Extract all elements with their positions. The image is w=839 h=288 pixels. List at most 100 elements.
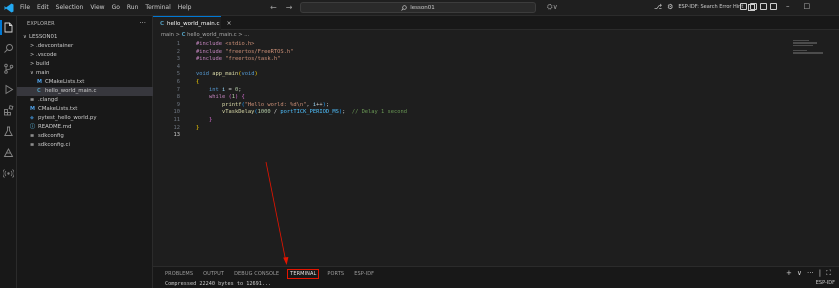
- menu-terminal[interactable]: Terminal: [145, 4, 170, 11]
- code-text: void app_main(void): [196, 71, 258, 78]
- tree-item[interactable]: ∨ main: [17, 69, 153, 78]
- close-icon[interactable]: ×: [227, 20, 232, 27]
- menu-help[interactable]: Help: [178, 4, 192, 11]
- code-text: while (1) {: [196, 94, 245, 101]
- testing-icon[interactable]: [3, 126, 14, 137]
- customize-layout-icon[interactable]: [770, 3, 777, 10]
- menu-file[interactable]: File: [20, 4, 30, 11]
- tree-item-label: .vscode: [36, 52, 57, 58]
- restore-button[interactable]: □: [804, 2, 811, 10]
- line-number: 7: [176, 86, 180, 93]
- panel-tab-output[interactable]: OUTPUT: [203, 271, 224, 277]
- code-line[interactable]: 8 while (1) {: [153, 94, 753, 102]
- code-line[interactable]: 11 }: [153, 117, 753, 125]
- menu-run[interactable]: Run: [127, 4, 139, 11]
- menu-view[interactable]: View: [90, 4, 104, 11]
- new-terminal-icon[interactable]: +: [786, 269, 792, 278]
- settings-gear-icon[interactable]: ⚙: [667, 3, 673, 11]
- tree-item-label: hello_world_main.c: [45, 88, 97, 94]
- line-number: 12: [173, 124, 181, 131]
- panel-tab-problems[interactable]: PROBLEMS: [165, 271, 193, 277]
- tree-item[interactable]: ◆ pytest_hello_world.py: [17, 114, 153, 123]
- toggle-primary-sidebar-icon[interactable]: [740, 3, 747, 10]
- line-number: 2: [176, 48, 180, 55]
- panel-tab-esp-idf[interactable]: ESP-IDF: [354, 271, 374, 277]
- maximize-panel-icon[interactable]: ⛶: [826, 269, 831, 278]
- tree-item[interactable]: > build: [17, 60, 153, 69]
- breadcrumb-tail[interactable]: > ...: [238, 32, 249, 38]
- code-text: int i = 0;: [196, 86, 242, 93]
- tree-item[interactable]: M CMakeLists.txt: [17, 78, 153, 87]
- tab-label: hello_world_main.c: [167, 20, 220, 27]
- line-number: 5: [176, 71, 180, 78]
- code-text: }: [196, 116, 213, 123]
- minimap[interactable]: [793, 40, 831, 56]
- back-arrow-icon[interactable]: ←: [270, 3, 277, 12]
- search-icon: [401, 4, 407, 11]
- tab-hello-world-main[interactable]: C hello_world_main.c ×: [153, 16, 232, 30]
- menu-go[interactable]: Go: [112, 4, 120, 11]
- code-line[interactable]: 10 vTaskDelay(1000 / portTICK_PERIOD_MS)…: [153, 109, 753, 117]
- copilot-icon[interactable]: ⛭∨: [547, 3, 558, 12]
- panel-actions: + ∨ ··· | ⛶: [786, 269, 831, 278]
- tree-item[interactable]: ≡ sdkconfig.ci: [17, 141, 153, 150]
- esp-idf-status-icon[interactable]: ⎇: [654, 3, 662, 11]
- tree-item[interactable]: ⓘ README.md: [17, 123, 153, 132]
- panel-tab-ports[interactable]: PORTS: [327, 271, 344, 277]
- minimize-button[interactable]: –: [786, 2, 790, 10]
- file-tree: ∨ LESSON01 > .devcontainer > .vscode > build ∨ ma…: [17, 33, 153, 150]
- code-line[interactable]: 4: [153, 64, 753, 72]
- workspace-folder-lesson01[interactable]: ∨ LESSON01: [17, 33, 153, 42]
- forward-arrow-icon[interactable]: →: [286, 3, 293, 12]
- c-file-icon: C: [160, 20, 165, 27]
- code-line[interactable]: 1 #include <stdio.h>: [153, 41, 753, 49]
- code-line[interactable]: 9 printf("Hello world: %d\n", i++);: [153, 102, 753, 110]
- code-editor[interactable]: 1 #include <stdio.h> 2 #include "freertos/F…: [153, 41, 753, 140]
- tree-item-label: CMakeLists.txt: [45, 79, 85, 85]
- tree-item[interactable]: ≡ sdkconfig: [17, 132, 153, 141]
- code-line[interactable]: 5 void app_main(void): [153, 71, 753, 79]
- terminal-instance-label[interactable]: ESP-IDF: [816, 280, 835, 286]
- panel-tab-debug-console[interactable]: DEBUG CONSOLE: [234, 271, 279, 277]
- tree-item[interactable]: > .vscode: [17, 51, 153, 60]
- files-icon[interactable]: [0, 20, 14, 35]
- title-bar: File Edit Selection View Go Run Terminal…: [0, 0, 839, 16]
- run-debug-icon[interactable]: [3, 84, 14, 95]
- tree-item-label: README.md: [38, 124, 72, 130]
- tree-item[interactable]: Chello_world_main.c: [17, 87, 153, 96]
- extensions-icon[interactable]: [3, 105, 14, 116]
- file-type-icon: M: [30, 106, 35, 112]
- source-control-icon[interactable]: [3, 63, 14, 74]
- tree-item[interactable]: > .devcontainer: [17, 42, 153, 51]
- breadcrumb-file[interactable]: hello_world_main.c: [187, 32, 236, 38]
- command-center-search[interactable]: lesson01: [300, 2, 536, 13]
- code-line[interactable]: 2 #include "freertos/FreeRTOS.h": [153, 49, 753, 57]
- terminal-dropdown-icon[interactable]: ∨: [797, 269, 802, 278]
- line-number: 6: [176, 78, 180, 85]
- panel-tab-terminal[interactable]: TERMINAL: [287, 269, 320, 279]
- c-file-icon: C: [181, 32, 186, 38]
- more-actions-icon[interactable]: ···: [807, 269, 814, 278]
- code-text: #include "freertos/FreeRTOS.h": [196, 48, 294, 55]
- explorer-sidebar: EXPLORER ··· ∨ LESSON01 > .devcontainer > .vs…: [17, 16, 153, 288]
- tree-item[interactable]: ≡ .clangd: [17, 96, 153, 105]
- search-icon[interactable]: [3, 43, 14, 54]
- esp-idf-search-error-hint[interactable]: ESP-IDF: Search Error Hint: [678, 4, 743, 10]
- line-number: 11: [173, 116, 181, 123]
- code-line[interactable]: 7 int i = 0;: [153, 87, 753, 95]
- toggle-panel-icon[interactable]: [750, 3, 757, 10]
- explorer-more-icon[interactable]: ···: [139, 19, 146, 27]
- toggle-secondary-sidebar-icon[interactable]: [760, 3, 767, 10]
- tree-item[interactable]: M CMakeLists.txt: [17, 105, 153, 114]
- code-line[interactable]: 3 #include "freertos/task.h": [153, 56, 753, 64]
- code-line[interactable]: 12}: [153, 125, 753, 133]
- menu-edit[interactable]: Edit: [37, 4, 49, 11]
- breadcrumb-folder[interactable]: main: [161, 32, 174, 38]
- code-line[interactable]: 13: [153, 132, 753, 140]
- broadcast-icon[interactable]: [2, 168, 15, 179]
- esp-idf-icon[interactable]: [3, 147, 14, 158]
- panel-tabs: PROBLEMS OUTPUT DEBUG CONSOLE TERMINAL PORTS…: [165, 269, 374, 279]
- menu-selection[interactable]: Selection: [56, 4, 84, 11]
- code-line[interactable]: 6{: [153, 79, 753, 87]
